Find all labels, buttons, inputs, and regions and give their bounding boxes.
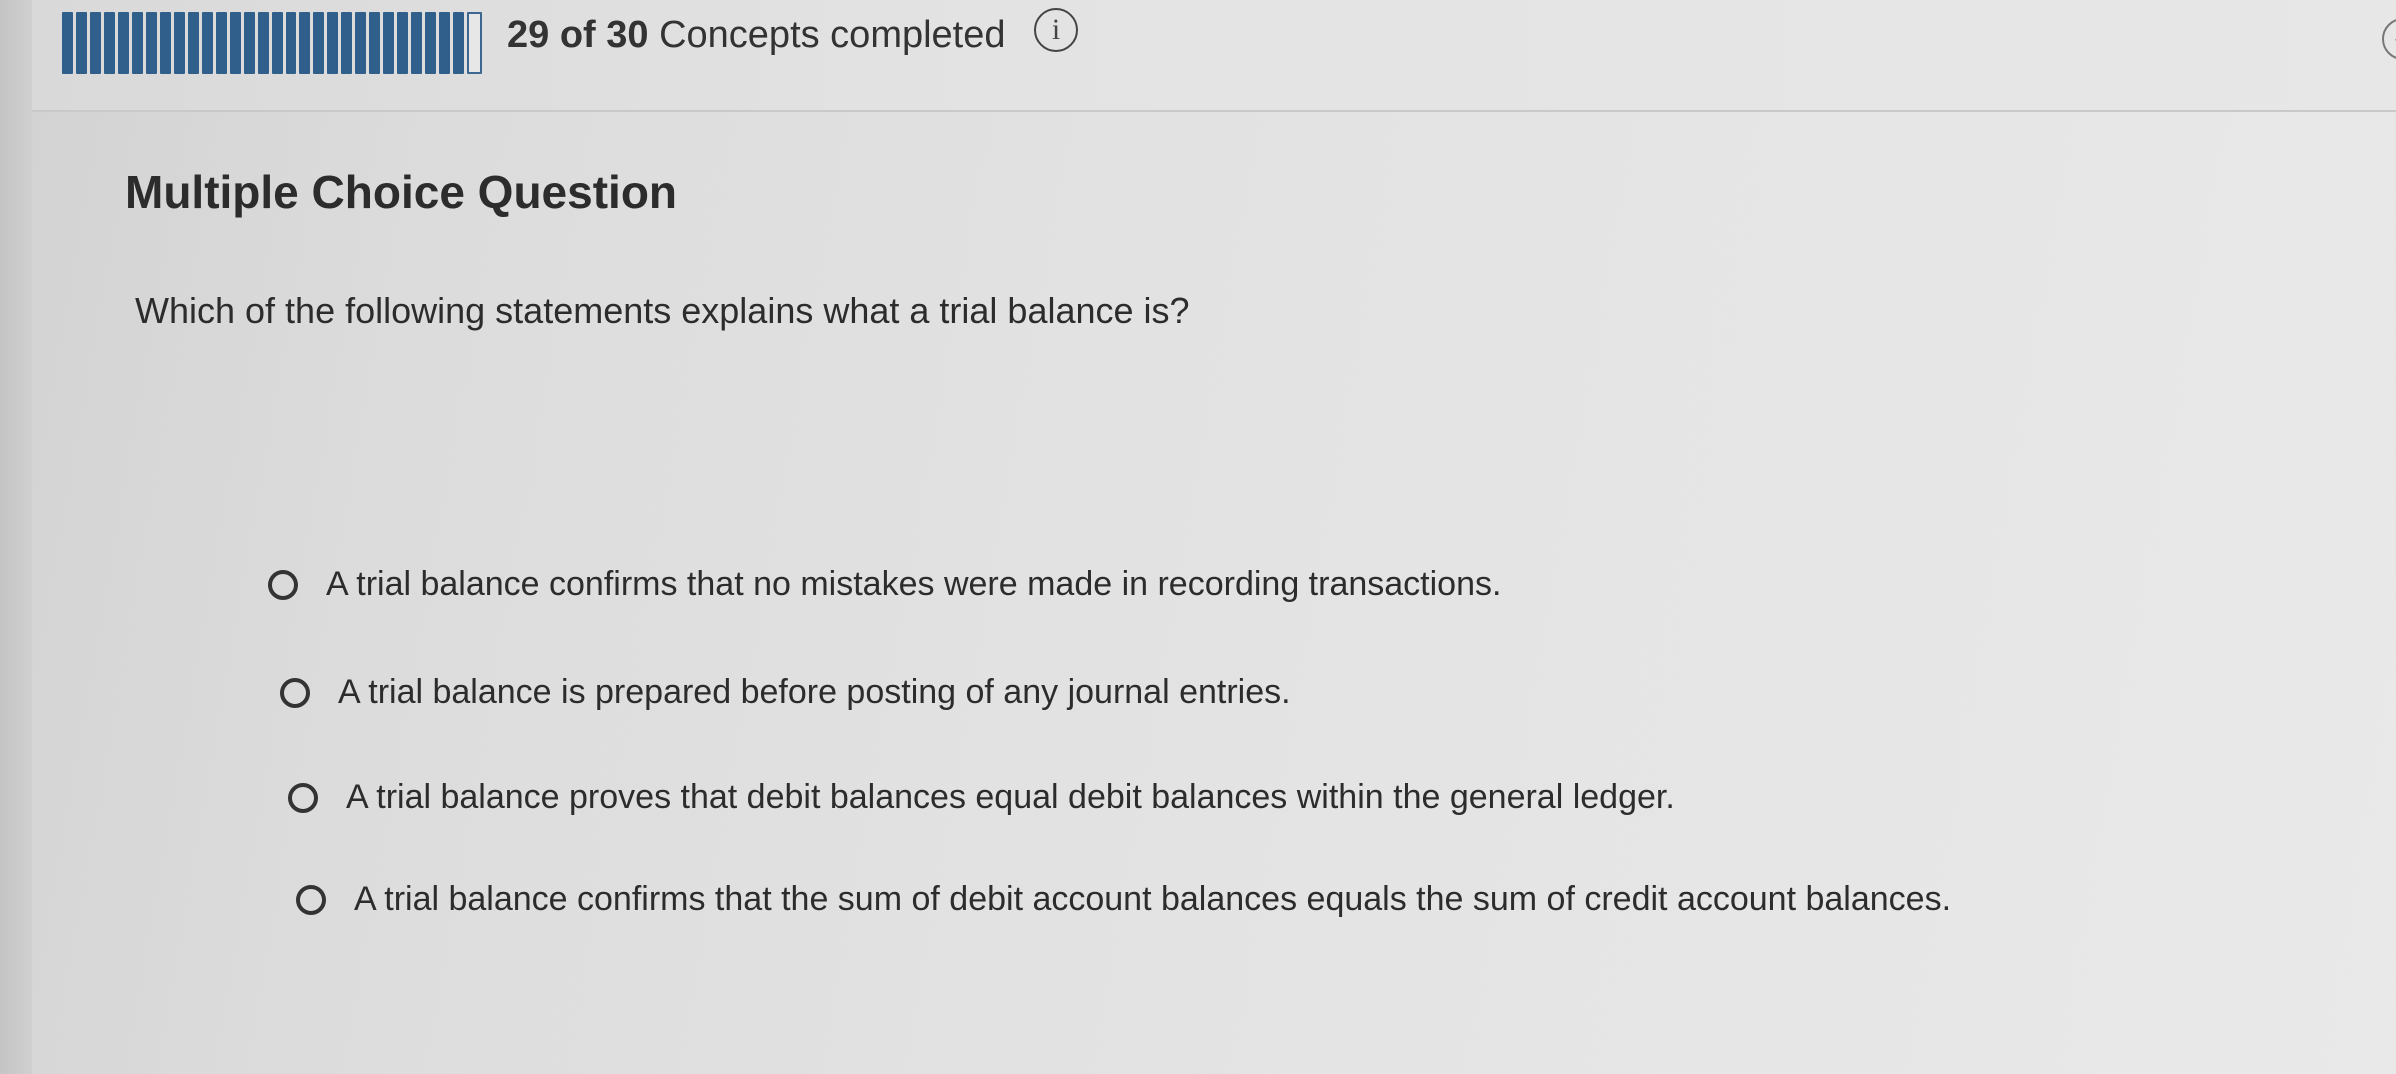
answer-option-text: A trial balance confirms that no mistake… — [326, 565, 1502, 603]
radio-button[interactable] — [288, 782, 318, 813]
answer-options: A trial balance confirms that no mistake… — [0, 0, 2396, 1074]
answer-option-2[interactable]: A trial balance is prepared before posti… — [280, 673, 1291, 712]
radio-button[interactable] — [296, 884, 326, 915]
answer-option-text: A trial balance confirms that the sum of… — [354, 880, 1952, 918]
answer-option-1[interactable]: A trial balance confirms that no mistake… — [268, 565, 1501, 604]
answer-option-4[interactable]: A trial balance confirms that the sum of… — [296, 880, 1951, 919]
answer-option-3[interactable]: A trial balance proves that debit balanc… — [288, 778, 1675, 817]
radio-button[interactable] — [280, 677, 310, 708]
answer-option-text: A trial balance proves that debit balanc… — [346, 778, 1675, 816]
radio-button[interactable] — [268, 569, 298, 600]
answer-option-text: A trial balance is prepared before posti… — [338, 673, 1291, 711]
